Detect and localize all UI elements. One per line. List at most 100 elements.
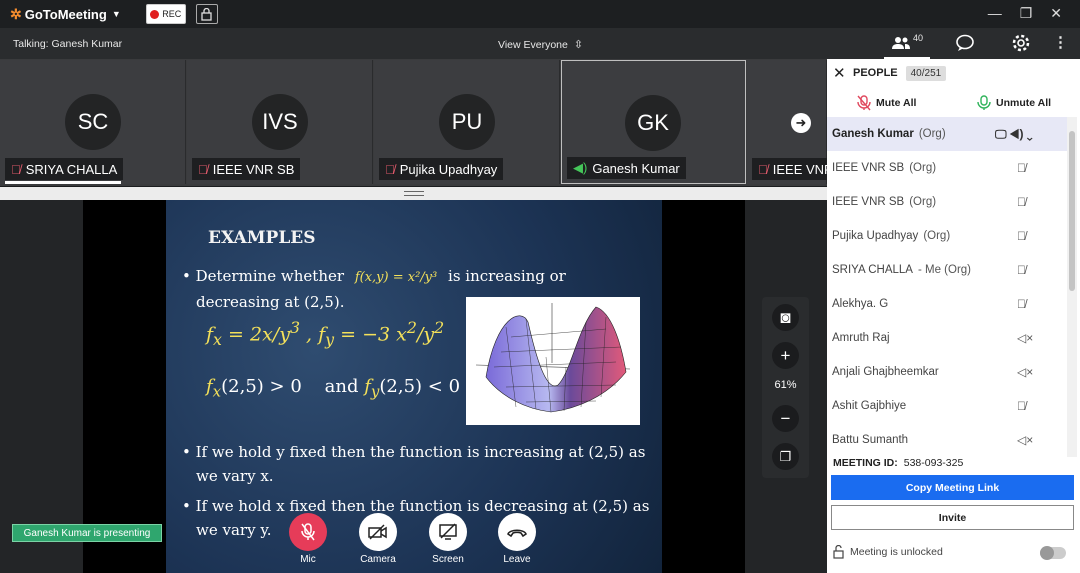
zoom-out-icon[interactable]: − [772,405,799,432]
close-window-icon[interactable]: ✕ [1050,5,1062,22]
unlock-icon [833,545,844,559]
person-name: Pujika Upadhyay [832,230,919,242]
mic-muted-icon: 🎙̸ [11,161,21,177]
record-label: REC [162,9,182,19]
mic-muted-icon: 🎙̸ [1017,399,1026,413]
close-icon[interactable]: ✕ [833,64,853,82]
avatar: GK [625,95,681,151]
mic-muted-icon: 🎙̸ [1017,229,1026,243]
slide-heading: EXAMPLES [208,228,316,248]
bullet-text: we vary y. [196,521,272,539]
view-selector[interactable]: View Everyone ⇳ [498,38,583,52]
derivative-conditions: fx(2,5) > 0 and fy(2,5) < 0 [206,376,461,401]
more-options-icon[interactable]: ⋮ [1053,33,1068,51]
camera-off-icon [368,524,387,540]
list-item[interactable]: Pujika Upadhyay (Org) 🎙̸ [827,219,1067,253]
leave-label: Leave [503,554,531,565]
toggle-knob [1040,546,1054,560]
mic-button[interactable] [289,513,327,551]
mute-all-button[interactable]: Mute All [857,95,916,111]
chat-bubble-icon [956,34,974,51]
scrollbar-thumb[interactable] [1069,131,1075,291]
restore-icon[interactable]: ❐ [1020,5,1033,22]
tile-name: Ganesh Kumar [592,160,680,176]
meeting-lock-status: Meeting is unlocked [833,545,943,559]
people-scrollbar[interactable] [1067,117,1077,457]
meeting-lock-toggle[interactable] [1040,546,1066,560]
meeting-id: MEETING ID: 538-093-325 [833,457,963,469]
speaker-off-icon: ◁× [1017,331,1034,345]
list-item[interactable]: SRIYA CHALLA - Me (Org) 🎙̸ [827,253,1067,287]
leave-button[interactable] [498,513,536,551]
unmute-all-button[interactable]: Unmute All [977,95,1051,111]
shared-slide: EXAMPLES • Determine whether f(x,y) = x²… [166,200,662,573]
participant-tile[interactable]: IVS 🎙̸ IEEE VNR SB [187,60,373,184]
person-name: Anjali Ghajbheemkar [832,366,939,378]
person-name: Amruth Raj [832,332,890,344]
minimize-icon[interactable]: — [988,5,1002,22]
surface-graphic [475,303,631,413]
app-menu[interactable]: ✲ GoToMeeting ▼ [10,6,121,23]
unmute-all-label: Unmute All [996,97,1052,109]
copy-meeting-link-button[interactable]: Copy Meeting Link [831,475,1074,500]
screen-label: Screen [432,554,464,565]
name-tag: 🎙̸ Pujika Upadhyay [379,158,504,180]
list-item[interactable]: Alekhya. G 🎙̸ [827,287,1067,321]
participant-tile-active[interactable]: GK ◀) Ganesh Kumar [561,60,746,184]
speaker-off-icon: ◁× [1017,365,1034,379]
mic-green-icon [977,95,991,110]
panel-header: ✕ PEOPLE 40/251 [827,59,1080,87]
list-item[interactable]: Anjali Ghajbheemkar ◁× [827,355,1067,389]
presenter-screen-speaker-icon: 🖵 ◀) ⌄ [995,126,1033,141]
avatar: IVS [252,94,308,150]
lock-button[interactable] [195,4,218,24]
person-org: - Me (Org) [917,264,971,276]
mic-muted-icon: 🎙̸ [1017,263,1026,277]
person-name: Ganesh Kumar [832,128,914,140]
screen-share-off-icon [439,523,457,540]
person-name: IEEE VNR SB [832,196,905,208]
mic-muted-icon: 🎙̸ [1017,297,1026,311]
list-item[interactable]: IEEE VNR SB (Org) 🎙̸ [827,185,1067,219]
avatar: PU [439,94,495,150]
screen-share-button[interactable] [429,513,467,551]
bullet-text: is increasing or [448,267,566,285]
lock-status-label: Meeting is unlocked [850,546,943,558]
person-org: (Org) [923,230,951,242]
zoom-in-icon[interactable]: + [772,342,799,369]
chevron-down-icon: ▼ [111,9,121,19]
people-list: Ganesh Kumar (Org) 🖵 ◀) ⌄ IEEE VNR SB (Org)… [827,117,1067,457]
mute-all-label: Mute All [876,97,917,109]
mic-off-icon [301,523,315,541]
list-item[interactable]: Ashit Gajbhiye 🎙̸ [827,389,1067,423]
mic-muted-icon: 🎙̸ [198,161,208,177]
list-item[interactable]: IEEE VNR SB (Org) 🎙̸ [827,151,1067,185]
bullet-text: • If we hold x fixed then the function i… [182,497,650,515]
chat-button[interactable] [955,34,975,55]
invite-button[interactable]: Invite [831,505,1074,530]
participant-tile[interactable]: SC 🎙̸ SRIYA CHALLA [0,60,186,184]
screenshot-camera-icon[interactable]: ◙ [772,304,799,331]
attendee-count: 40/251 [905,65,947,81]
resize-handle[interactable] [0,187,827,200]
camera-button[interactable] [359,513,397,551]
status-bar: Talking: Ganesh Kumar View Everyone ⇳ 40… [0,28,1080,59]
mute-controls: Mute All Unmute All [827,87,1080,117]
person-name: Alekhya. G [832,298,889,310]
list-item[interactable]: Ganesh Kumar (Org) 🖵 ◀) ⌄ [827,117,1067,151]
person-org: (Org) [918,128,946,140]
settings-button[interactable] [1011,33,1031,56]
name-tag: 🎙̸ SRIYA CHALLA [5,158,124,180]
next-page-arrow-icon[interactable]: ➜ [791,113,811,133]
people-tab[interactable]: 40 [884,28,930,59]
audio-level-bar [5,181,121,184]
title-bar: ✲ GoToMeeting ▼ REC — ❐ ✕ [0,0,1080,28]
zoom-controls: ◙ + 61% − ❐ [762,297,809,478]
person-name: SRIYA CHALLA [832,264,913,276]
participant-tile[interactable]: PU 🎙̸ Pujika Upadhyay [374,60,560,184]
list-item[interactable]: Amruth Raj ◁× [827,321,1067,355]
record-button[interactable]: REC [145,4,186,24]
popout-icon[interactable]: ❐ [772,443,799,470]
participant-tile[interactable]: 🎙̸IEEE VNR [747,60,827,184]
list-item[interactable]: Battu Sumanth ◁× [827,423,1067,457]
